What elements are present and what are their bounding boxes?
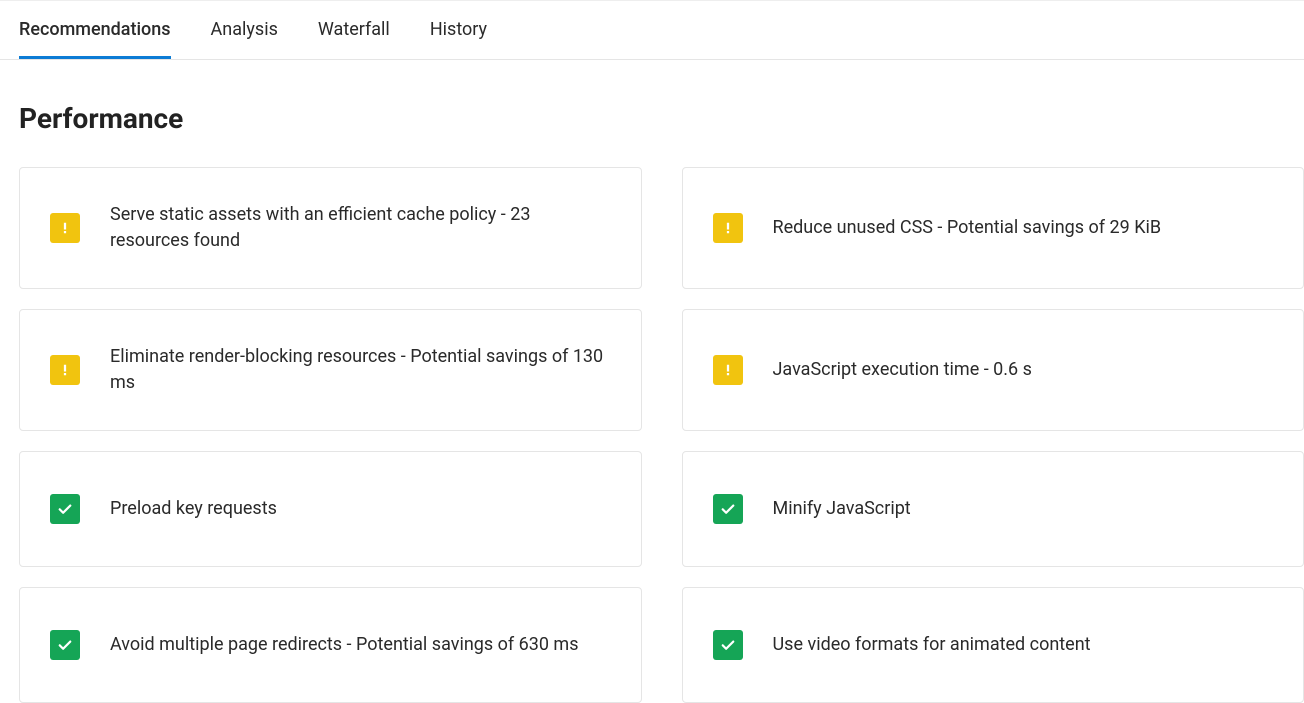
recommendation-card[interactable]: Eliminate render-blocking resources - Po… bbox=[19, 309, 642, 431]
check-icon bbox=[713, 494, 743, 524]
check-icon bbox=[50, 630, 80, 660]
performance-cards-grid: Serve static assets with an efficient ca… bbox=[0, 135, 1304, 703]
tab-analysis[interactable]: Analysis bbox=[211, 1, 278, 59]
recommendation-text: Avoid multiple page redirects - Potentia… bbox=[110, 632, 579, 658]
warning-icon bbox=[50, 213, 80, 243]
recommendation-text: Serve static assets with an efficient ca… bbox=[110, 202, 611, 254]
recommendation-text: Reduce unused CSS - Potential savings of… bbox=[773, 215, 1162, 241]
recommendation-text: Minify JavaScript bbox=[773, 496, 911, 522]
section-title: Performance bbox=[0, 60, 1304, 135]
recommendation-text: Use video formats for animated content bbox=[773, 632, 1091, 658]
tabs-nav: Recommendations Analysis Waterfall Histo… bbox=[0, 0, 1304, 60]
recommendation-card[interactable]: Use video formats for animated content bbox=[682, 587, 1304, 703]
recommendation-card[interactable]: Reduce unused CSS - Potential savings of… bbox=[682, 167, 1304, 289]
recommendation-card[interactable]: Avoid multiple page redirects - Potentia… bbox=[19, 587, 642, 703]
recommendation-card[interactable]: Serve static assets with an efficient ca… bbox=[19, 167, 642, 289]
check-icon bbox=[713, 630, 743, 660]
warning-icon bbox=[713, 213, 743, 243]
tab-waterfall[interactable]: Waterfall bbox=[318, 1, 390, 59]
tab-history[interactable]: History bbox=[430, 1, 487, 59]
recommendation-card[interactable]: Preload key requests bbox=[19, 451, 642, 567]
recommendation-card[interactable]: Minify JavaScript bbox=[682, 451, 1304, 567]
recommendation-text: Preload key requests bbox=[110, 496, 277, 522]
check-icon bbox=[50, 494, 80, 524]
tab-recommendations[interactable]: Recommendations bbox=[19, 1, 171, 59]
warning-icon bbox=[713, 355, 743, 385]
warning-icon bbox=[50, 355, 80, 385]
recommendation-card[interactable]: JavaScript execution time - 0.6 s bbox=[682, 309, 1304, 431]
recommendation-text: Eliminate render-blocking resources - Po… bbox=[110, 344, 611, 396]
recommendation-text: JavaScript execution time - 0.6 s bbox=[773, 357, 1032, 383]
